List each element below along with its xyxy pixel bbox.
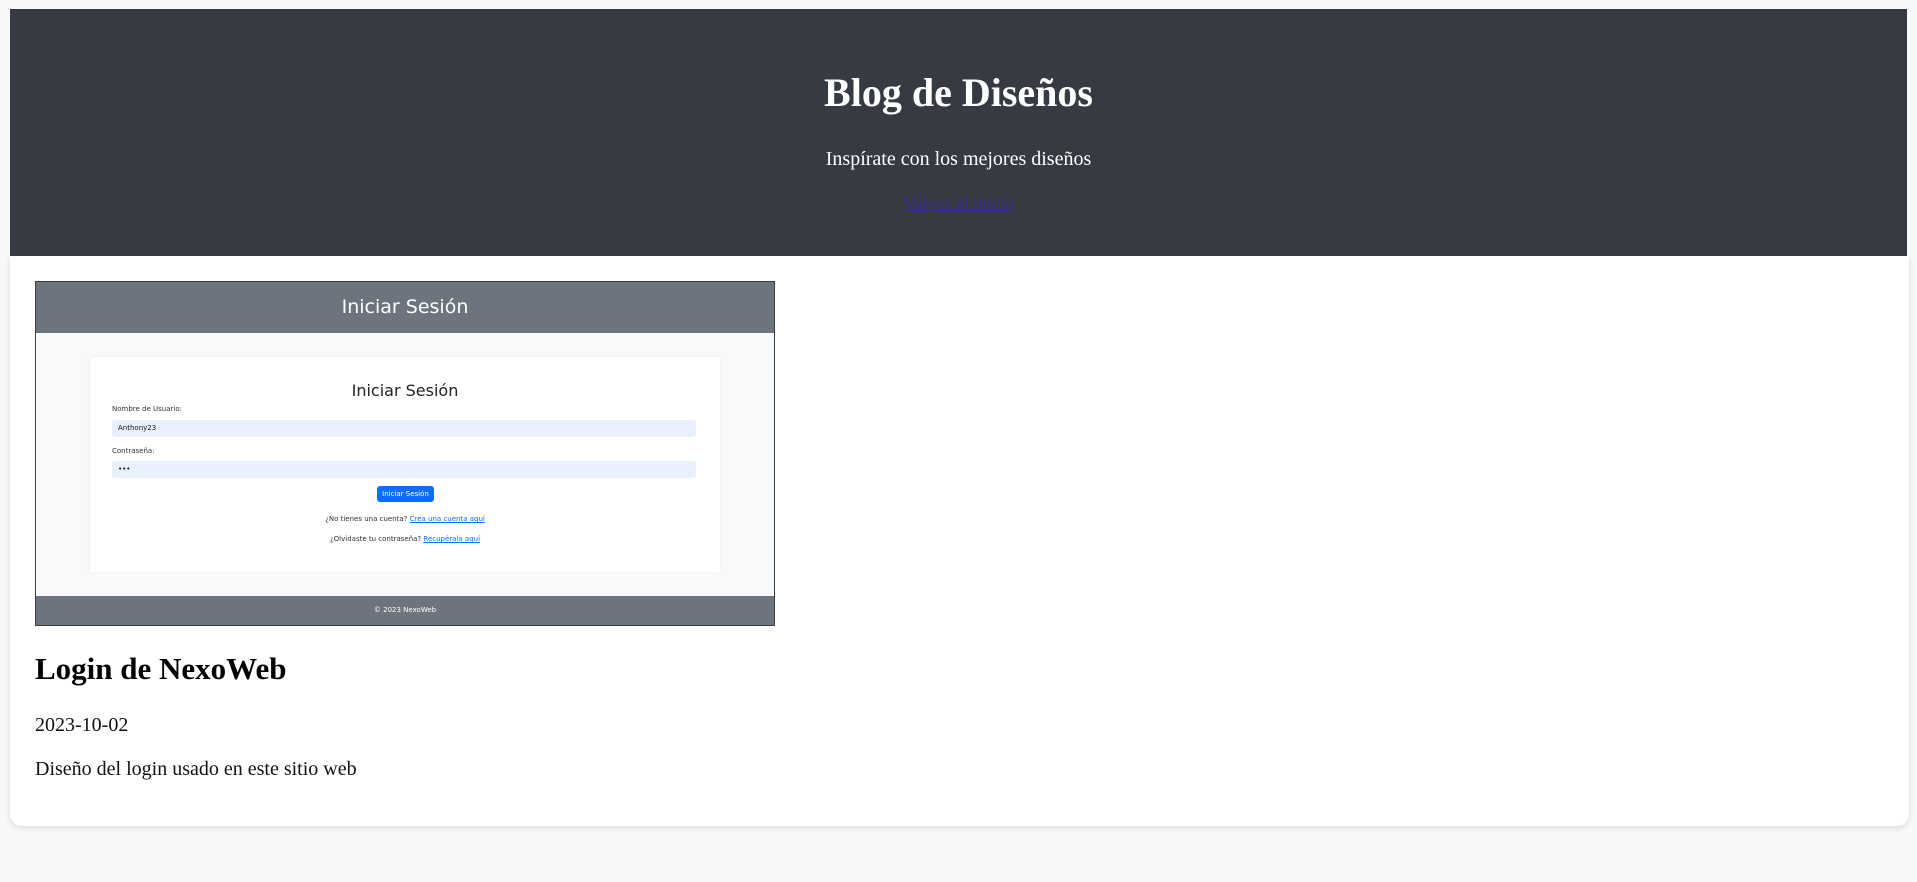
site-header: Blog de Diseños Inspírate con los mejore… [10, 9, 1907, 256]
preview-forgot-line: ¿Olvidaste tu contraseña? Recupérala aqu… [90, 535, 720, 543]
site-title: Blog de Diseños [824, 70, 1093, 115]
post-image[interactable]: Iniciar Sesión Iniciar Sesión Nombre de … [35, 281, 775, 626]
preview-signup-text: ¿No tienes una cuenta? [325, 515, 408, 523]
preview-username-input: Anthony23 [112, 420, 696, 437]
site-tagline: Inspírate con los mejores diseños [825, 148, 1092, 170]
post-card: Iniciar Sesión Iniciar Sesión Nombre de … [10, 256, 1909, 826]
preview-signup-link: Crea una cuenta aquí [409, 515, 485, 523]
post-date: 2023-10-02 [35, 714, 129, 736]
back-to-home-link[interactable]: Volver al inicio [10, 194, 1907, 212]
preview-password-input: ••• [112, 461, 696, 478]
preview-form-title: Iniciar Sesión [351, 381, 459, 400]
preview-header: Iniciar Sesión [36, 282, 774, 333]
preview-footer: © 2023 NexoWeb [36, 596, 774, 625]
post-description: Diseño del login usado en este sitio web [35, 758, 357, 780]
preview-password-label: Contraseña: [112, 447, 155, 455]
preview-login-button: Iniciar Sesión [377, 486, 434, 502]
preview-username-label: Nombre de Usuario: [112, 405, 182, 413]
preview-forgot-text: ¿Olvidaste tu contraseña? [329, 535, 422, 543]
preview-forgot-link: Recupérala aquí [423, 535, 481, 543]
preview-signup-line: ¿No tienes una cuenta? Crea una cuenta a… [90, 515, 720, 523]
post-title: Login de NexoWeb [35, 651, 287, 686]
preview-login-form: Iniciar Sesión Nombre de Usuario: Anthon… [90, 357, 720, 572]
